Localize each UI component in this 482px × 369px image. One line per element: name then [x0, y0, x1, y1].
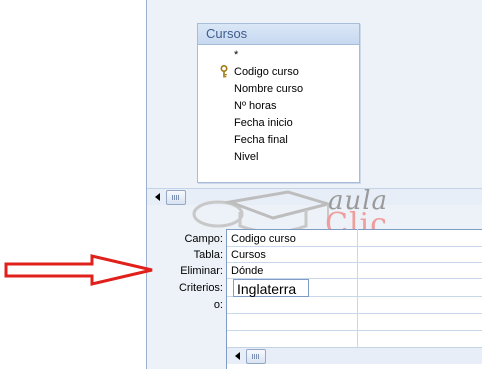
scroll-thumb[interactable]: [246, 349, 266, 364]
right-arrow-icon: [4, 254, 153, 286]
scroll-left-arrow-icon[interactable]: [155, 193, 160, 201]
field-item[interactable]: Fecha final: [198, 132, 359, 149]
scroll-left-arrow-icon[interactable]: [235, 352, 240, 360]
grip-icon: [252, 354, 260, 359]
field-list-body: * Codigo curso Nombre curso Nº horas Fec…: [198, 45, 359, 182]
field-item[interactable]: Fecha inicio: [198, 115, 359, 132]
field-item[interactable]: Nº horas: [198, 98, 359, 115]
field-item[interactable]: Nivel: [198, 149, 359, 166]
field-label: Nº horas: [234, 100, 277, 112]
cell-eliminar[interactable]: Dónde: [231, 263, 263, 279]
field-label: Fecha inicio: [234, 117, 293, 129]
field-list-title[interactable]: Cursos: [198, 24, 359, 45]
field-item[interactable]: Nombre curso: [198, 81, 359, 98]
field-label: Fecha final: [234, 134, 288, 146]
field-list-scrollbar[interactable]: [353, 66, 359, 182]
grid-row-line: [227, 330, 482, 331]
field-label: *: [234, 49, 239, 61]
field-label: Codigo curso: [234, 66, 299, 78]
row-label-campo: Campo:: [184, 233, 223, 245]
grid-row-line: [227, 313, 482, 314]
cell-tabla[interactable]: Cursos: [231, 247, 266, 263]
criteria-input[interactable]: Inglaterra: [233, 279, 309, 297]
field-label: Nivel: [234, 151, 259, 163]
row-label-o: o:: [213, 299, 223, 311]
grid-hscrollbar[interactable]: [227, 347, 482, 364]
field-item[interactable]: Codigo curso: [198, 64, 359, 81]
field-item[interactable]: *: [198, 47, 359, 64]
key-icon: [220, 65, 228, 78]
cell-campo[interactable]: Codigo curso: [231, 231, 296, 247]
field-label: Nombre curso: [234, 83, 304, 95]
field-list-cursos[interactable]: Cursos * Codigo curso Nombre curso Nº ho…: [197, 23, 360, 183]
